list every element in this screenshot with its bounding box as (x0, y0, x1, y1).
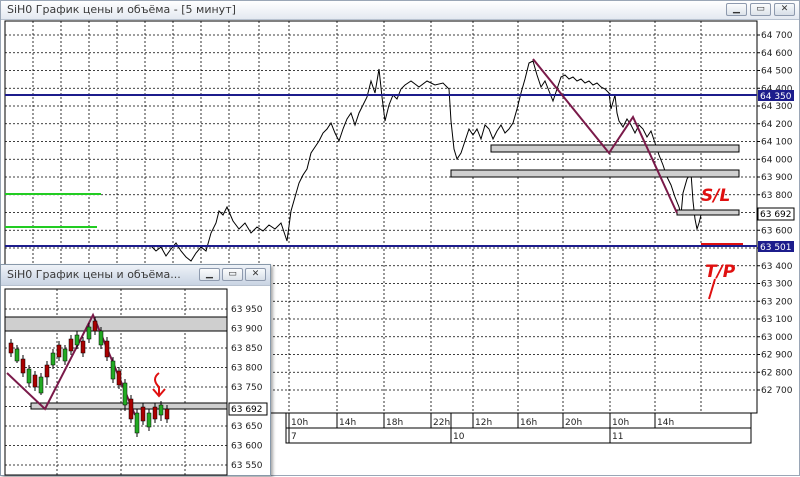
resistance-zone-upper (490, 144, 740, 153)
inset-candle (86, 326, 92, 340)
inset-candle (20, 358, 26, 374)
time-label-2: 18h (386, 418, 403, 428)
main-y-label-1: 64 600 (761, 49, 793, 59)
lower-price-tag: 63 501 (760, 243, 792, 253)
inset-y-label-8: 63 550 (231, 461, 263, 471)
inset-y-axis: 63 95063 90063 85063 80063 75063 70063 6… (231, 305, 263, 471)
inset-candle (98, 330, 104, 346)
main-y-label-6: 64 100 (761, 138, 793, 148)
resistance-zone-middle (450, 169, 740, 178)
time-label-5: 16h (520, 418, 537, 428)
inset-candle (146, 412, 152, 428)
inset-candle (44, 364, 50, 378)
inset-candle (134, 412, 140, 434)
inset-y-label-2: 63 850 (231, 344, 263, 354)
main-y-label-20: 62 700 (761, 386, 793, 396)
stop-loss-annotation: S/L (701, 186, 730, 206)
date-label-2: 11 (612, 432, 623, 442)
current-price-tag: 63 692 (760, 210, 792, 220)
inset-y-label-6: 63 650 (231, 422, 263, 432)
inset-y-label-1: 63 900 (231, 325, 263, 335)
entry-zone (676, 209, 740, 216)
upper-price-tag: 64 350 (760, 92, 792, 102)
time-label-1: 14h (339, 418, 356, 428)
main-y-label-8: 63 900 (761, 173, 793, 183)
take-profit-annotation: T/P (705, 262, 736, 282)
inset-candle (8, 342, 14, 354)
inset-y-label-4: 63 750 (231, 383, 263, 393)
time-label-6: 20h (565, 418, 582, 428)
inset-chart-window[interactable]: SiH0 График цены и объёма... ▁ ▭ ✕ 63 95… (0, 264, 271, 476)
inset-candle (140, 406, 146, 422)
inset-candle (116, 370, 122, 386)
main-y-label-4: 64 300 (761, 102, 793, 112)
time-label-3: 22h (433, 418, 450, 428)
inset-candle (14, 348, 20, 362)
main-y-label-18: 62 900 (761, 351, 793, 361)
main-y-label-2: 64 500 (761, 67, 793, 77)
inset-candle (74, 334, 80, 346)
inset-y-label-7: 63 600 (231, 442, 263, 452)
inset-candle (158, 404, 164, 416)
main-y-label-0: 64 700 (761, 31, 793, 41)
inset-resistance-zone (4, 316, 228, 332)
inset-candle (164, 408, 170, 420)
inset-candle (80, 340, 86, 354)
inset-price-tag: 63 692 (231, 405, 263, 415)
main-y-label-11: 63 600 (761, 226, 793, 236)
date-label-1: 10 (453, 432, 465, 442)
time-label-8: 14h (657, 418, 674, 428)
inset-candle (62, 348, 68, 362)
inset-candle (50, 352, 56, 366)
inset-candle (26, 368, 32, 384)
main-y-label-19: 62 800 (761, 368, 793, 378)
main-y-label-5: 64 200 (761, 120, 793, 130)
main-y-label-14: 63 300 (761, 280, 793, 290)
inset-candle (128, 398, 134, 420)
inset-candle (68, 338, 74, 352)
time-label-7: 10h (612, 418, 629, 428)
time-label-0: 10h (291, 418, 308, 428)
inset-candle (152, 406, 158, 420)
inset-candle (104, 340, 110, 358)
inset-chart-canvas[interactable]: 63 95063 90063 85063 80063 75063 70063 6… (1, 265, 272, 477)
inset-y-label-3: 63 800 (231, 364, 263, 374)
inset-candle (92, 320, 98, 332)
inset-candle (38, 376, 44, 394)
inset-y-label-0: 63 950 (231, 305, 263, 315)
main-y-label-7: 64 000 (761, 155, 793, 165)
main-y-label-16: 63 100 (761, 315, 793, 325)
inset-candle (122, 382, 128, 406)
inset-candle (56, 344, 62, 358)
main-y-label-17: 63 000 (761, 333, 793, 343)
inset-candle (32, 374, 38, 388)
inset-candle (110, 360, 116, 380)
main-y-label-9: 63 800 (761, 191, 793, 201)
date-label-0: 7 (291, 432, 297, 442)
main-y-label-13: 63 400 (761, 262, 793, 272)
time-label-4: 12h (475, 418, 492, 428)
main-y-label-15: 63 200 (761, 297, 793, 307)
